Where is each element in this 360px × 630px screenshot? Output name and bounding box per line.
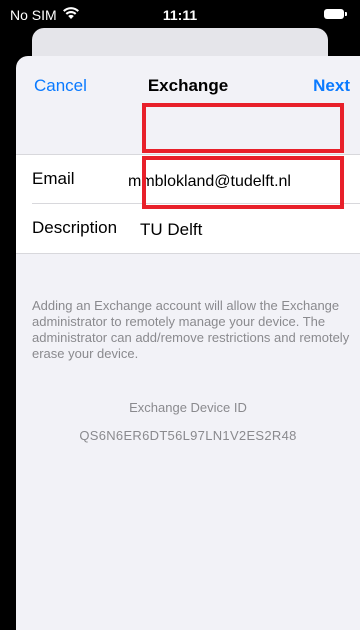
description-field[interactable]: [140, 219, 358, 241]
next-button[interactable]: Next: [313, 76, 350, 96]
status-time: 11:11: [162, 7, 198, 23]
exchange-info-text: Adding an Exchange account will allow th…: [32, 298, 350, 361]
battery-icon: [324, 9, 347, 19]
device-id-label: Exchange Device ID: [129, 400, 247, 415]
account-form: Email Description: [16, 154, 360, 254]
description-label: Description: [32, 218, 118, 237]
email-label: Email: [32, 169, 75, 188]
nav-bar: Cancel Exchange Next: [16, 56, 360, 116]
email-row[interactable]: Email: [16, 155, 360, 204]
description-row[interactable]: Description: [16, 204, 360, 253]
device-id-value: QS6N6ER6DT56L97LN1V2ES2R48: [79, 428, 297, 443]
page-title: Exchange: [147, 76, 229, 95]
exchange-sheet: Cancel Exchange Next Email Description A…: [16, 56, 360, 630]
email-field[interactable]: [128, 171, 358, 193]
